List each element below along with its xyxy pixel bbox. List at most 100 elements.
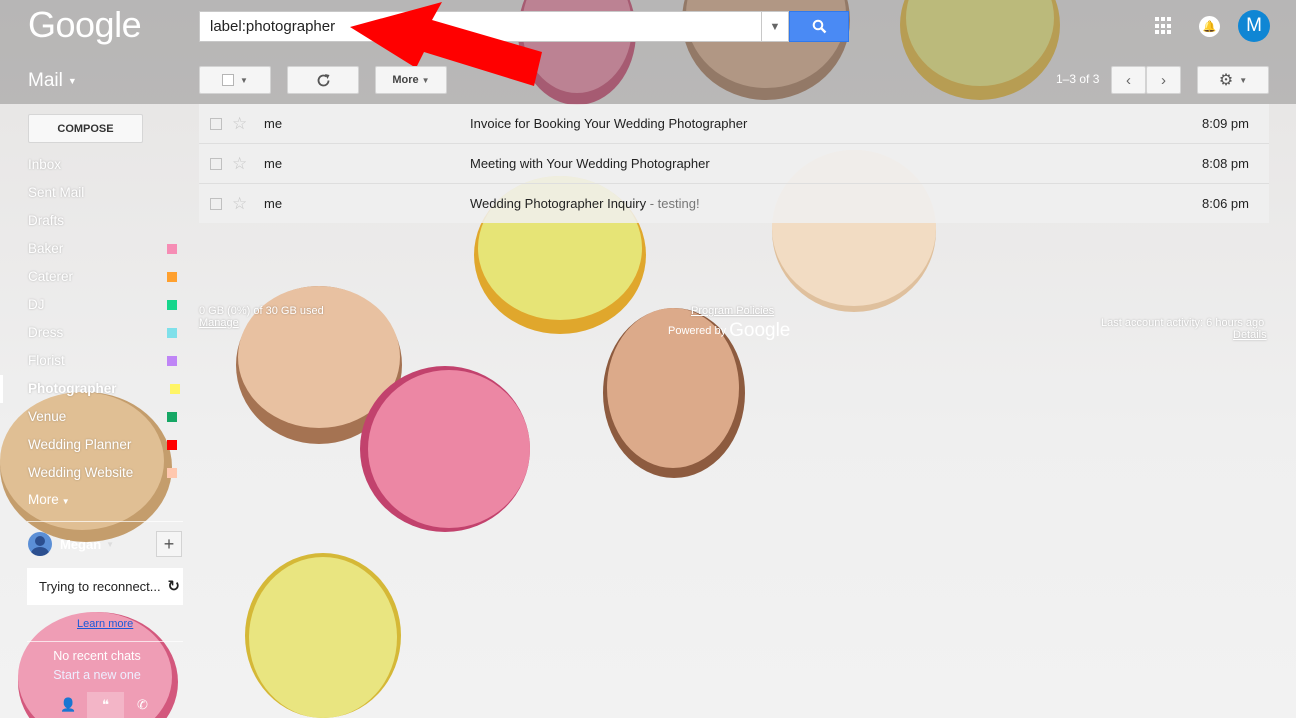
row-checkbox[interactable] <box>210 198 222 210</box>
label-color-swatch[interactable] <box>167 412 177 422</box>
message-time: 8:08 pm <box>1202 156 1249 171</box>
message-sender: me <box>264 116 283 131</box>
sidebar-item-venue[interactable]: Venue <box>0 403 190 431</box>
message-sender: me <box>264 156 283 171</box>
label-color-swatch[interactable] <box>167 356 177 366</box>
row-checkbox[interactable] <box>210 118 222 130</box>
reconnect-refresh-icon[interactable]: ↻ <box>167 577 180 595</box>
sidebar-item-label: DJ <box>28 297 45 312</box>
older-button[interactable]: › <box>1146 66 1181 94</box>
compose-button[interactable]: COMPOSE <box>28 114 143 143</box>
newer-button[interactable]: ‹ <box>1111 66 1146 94</box>
details-link[interactable]: Details <box>1233 329 1267 341</box>
user-caret-icon: ▼ <box>106 539 115 549</box>
sidebar-item-sent-mail[interactable]: Sent Mail <box>0 179 190 207</box>
label-color-swatch[interactable] <box>167 272 177 282</box>
reconnect-text: Trying to reconnect... <box>39 579 161 594</box>
hangouts-user[interactable]: Megan ▼ <box>28 532 114 556</box>
sidebar-more-label: More <box>28 492 59 507</box>
sidebar-item-wedding-planner[interactable]: Wedding Planner <box>0 431 190 459</box>
more-button[interactable]: More ▼ <box>375 66 447 94</box>
sidebar-item-florist[interactable]: Florist <box>0 347 190 375</box>
manage-label: Manage <box>199 317 239 329</box>
sidebar-item-caterer[interactable]: Caterer <box>0 263 190 291</box>
more-label: More <box>392 74 419 86</box>
sidebar-item-dress[interactable]: Dress <box>0 319 190 347</box>
settings-caret-icon: ▼ <box>1239 75 1248 85</box>
details-label: Details <box>1233 329 1267 341</box>
apps-grid-icon[interactable] <box>1155 17 1173 35</box>
message-subject: Invoice for Booking Your Wedding Photogr… <box>470 116 748 131</box>
star-icon[interactable]: ☆ <box>232 154 247 174</box>
contacts-tab[interactable]: 👤 <box>50 692 87 718</box>
message-row[interactable]: ☆ me Invoice for Booking Your Wedding Phot… <box>199 104 1269 144</box>
sidebar-divider <box>27 521 183 522</box>
sidebar-item-label: Photographer <box>28 381 117 396</box>
mail-menu[interactable]: Mail ▼ <box>28 70 77 92</box>
chat-tabs: 👤 ❝ ✆ <box>50 692 161 718</box>
sidebar-item-baker[interactable]: Baker <box>0 235 190 263</box>
reconnect-notice: Trying to reconnect... ↻ <box>27 568 183 605</box>
hangouts-tab[interactable]: ❝ <box>87 692 124 718</box>
sidebar-item-photographer[interactable]: Photographer <box>0 375 190 403</box>
program-policies-label: Program Policies <box>691 305 775 317</box>
sidebar-item-inbox[interactable]: Inbox <box>0 151 190 179</box>
label-color-swatch[interactable] <box>167 440 177 450</box>
sidebar-more-link[interactable]: More ▼ <box>28 492 70 507</box>
search-button[interactable] <box>789 11 849 42</box>
message-snippet: - testing! <box>646 196 700 211</box>
user-avatar-icon <box>28 532 52 556</box>
message-subject-line: Wedding Photographer Inquiry - testing! <box>470 196 700 211</box>
new-chat-plus-button[interactable]: + <box>156 531 182 557</box>
label-color-swatch[interactable] <box>167 328 177 338</box>
sidebar-item-wedding-website[interactable]: Wedding Website <box>0 459 190 487</box>
message-subject: Meeting with Your Wedding Photographer <box>470 156 710 171</box>
message-subject-line: Meeting with Your Wedding Photographer <box>470 156 710 171</box>
star-icon[interactable]: ☆ <box>232 114 247 134</box>
sidebar-item-label: Inbox <box>28 157 62 172</box>
message-row[interactable]: ☆ me Meeting with Your Wedding Photographe… <box>199 144 1269 184</box>
phone-tab[interactable]: ✆ <box>124 692 161 718</box>
start-new-chat-link[interactable]: Start a new one <box>27 668 167 682</box>
sidebar-item-dj[interactable]: DJ <box>0 291 190 319</box>
label-color-swatch[interactable] <box>167 468 177 478</box>
refresh-icon <box>317 73 329 86</box>
program-policies-link[interactable]: Program Policies <box>691 305 774 317</box>
select-all-button[interactable]: ▼ <box>199 66 271 94</box>
gear-icon: ⚙ <box>1218 72 1234 89</box>
google-logo[interactable]: Google <box>28 4 142 46</box>
label-color-swatch[interactable] <box>167 300 177 310</box>
select-all-checkbox[interactable] <box>222 74 235 86</box>
sidebar-item-label: Sent Mail <box>28 185 85 200</box>
sidebar-item-label: Drafts <box>28 213 65 228</box>
sidebar-item-label: Wedding Website <box>28 465 134 480</box>
sidebar-item-label: Florist <box>28 353 65 368</box>
row-checkbox[interactable] <box>210 158 222 170</box>
refresh-button[interactable] <box>287 66 359 94</box>
sidebar-item-label: Baker <box>28 241 64 256</box>
learn-more-link[interactable]: Learn more <box>77 618 133 630</box>
more-caret-icon: ▼ <box>61 497 70 506</box>
search-options[interactable]: ▼ <box>762 11 789 42</box>
message-row[interactable]: ☆ me Wedding Photographer Inquiry - testin… <box>199 184 1269 223</box>
notifications-bell-icon[interactable]: 🔔 <box>1199 16 1220 37</box>
chat-divider <box>27 641 183 642</box>
label-color-swatch[interactable] <box>170 384 180 394</box>
sidebar-item-label: Venue <box>28 409 67 424</box>
plus-icon: + <box>163 533 175 554</box>
mail-label: Mail <box>28 70 63 91</box>
star-icon[interactable]: ☆ <box>232 194 247 214</box>
sidebar-item-drafts[interactable]: Drafts <box>0 207 190 235</box>
account-avatar[interactable]: M <box>1238 10 1270 42</box>
message-list: ☆ me Invoice for Booking Your Wedding Phot… <box>199 104 1269 223</box>
settings-button[interactable]: ⚙ ▼ <box>1197 66 1269 94</box>
powered-by-label: Powered by <box>668 325 727 337</box>
manage-storage-link[interactable]: Manage <box>199 317 239 329</box>
pager-count: 1–3 of 3 <box>1056 72 1100 86</box>
chevron-right-icon: › <box>1161 71 1166 89</box>
hangouts-user-name: Megan <box>60 536 102 552</box>
label-color-swatch[interactable] <box>167 244 177 254</box>
powered-google-logo: Google <box>729 320 791 341</box>
person-icon: 👤 <box>60 697 77 712</box>
last-activity: Last account activity: 6 hours ago <box>1101 317 1265 329</box>
